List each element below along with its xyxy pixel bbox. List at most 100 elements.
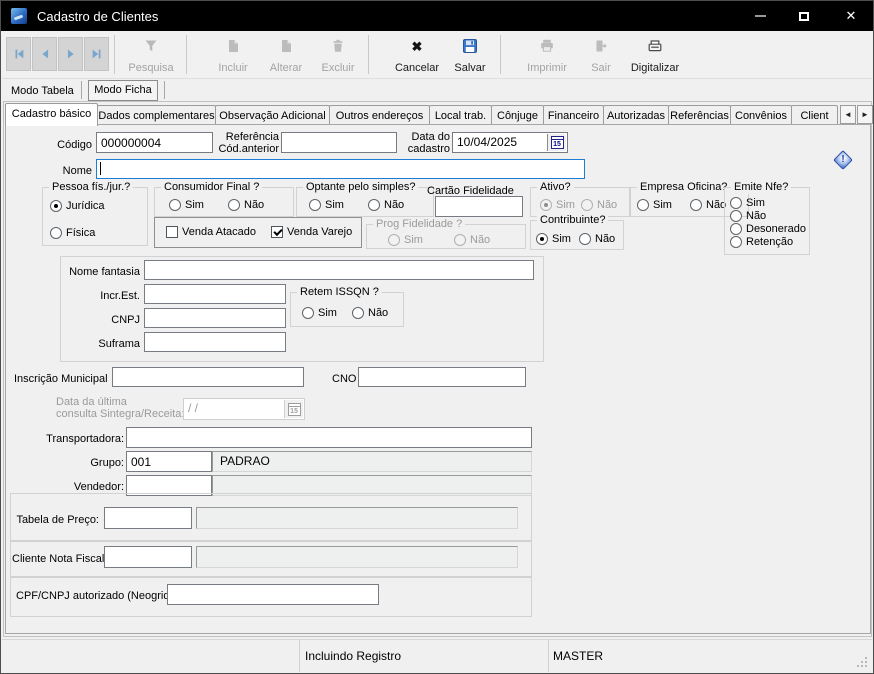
- radio-prog-sim[interactable]: Sim: [388, 234, 423, 246]
- radio-nfe-nao[interactable]: Não: [730, 210, 766, 222]
- tab-autorizadas[interactable]: Autorizadas: [603, 105, 669, 125]
- last-record-icon: [90, 47, 104, 61]
- incluir-button[interactable]: Incluir: [204, 37, 262, 74]
- digitalizar-button[interactable]: Digitalizar: [624, 37, 686, 74]
- tab-local-trab[interactable]: Local trab.: [429, 105, 492, 125]
- radio-icon: [302, 307, 314, 319]
- codigo-label: Código: [22, 139, 92, 151]
- sair-button[interactable]: Sair: [582, 37, 620, 74]
- tab-dados-complementares[interactable]: Dados complementares: [97, 105, 216, 125]
- radio-contribuinte-nao[interactable]: Não: [579, 233, 615, 245]
- trash-icon: [330, 37, 346, 54]
- tab-cadastro-basico[interactable]: Cadastro básico: [5, 103, 98, 126]
- salvar-button[interactable]: Salvar: [446, 37, 494, 74]
- nav-last-button[interactable]: [84, 37, 109, 71]
- save-floppy-icon: [462, 37, 478, 54]
- maximize-button[interactable]: [787, 1, 821, 31]
- suframa-input[interactable]: [144, 332, 286, 352]
- radio-contribuinte-sim[interactable]: Sim: [536, 233, 571, 245]
- radio-ativo-sim[interactable]: Sim: [540, 199, 575, 211]
- cno-label: CNO: [332, 373, 356, 385]
- calendar-icon: 15: [288, 403, 301, 416]
- inscricao-municipal-input[interactable]: [112, 367, 304, 387]
- referencia-input[interactable]: [281, 132, 397, 153]
- transportadora-label: Transportadora:: [36, 433, 124, 445]
- checkbox-venda-varejo[interactable]: Venda Varejo: [271, 226, 352, 238]
- tab-modo-tabela[interactable]: Modo Tabela: [11, 85, 74, 97]
- radio-issqn-sim[interactable]: Sim: [302, 307, 337, 319]
- excluir-button[interactable]: Excluir: [312, 37, 364, 74]
- tab-modo-ficha[interactable]: Modo Ficha: [88, 80, 158, 101]
- incr-est-input[interactable]: [144, 284, 286, 304]
- radio-icon: [540, 199, 552, 211]
- app-icon: [11, 8, 27, 24]
- cnpj-input[interactable]: [144, 308, 286, 328]
- checkbox-icon: [166, 226, 178, 238]
- tabela-preco-input[interactable]: [104, 507, 192, 529]
- nav-next-button[interactable]: [58, 37, 83, 71]
- nav-first-button[interactable]: [6, 37, 31, 71]
- cnpj-label: CNPJ: [66, 314, 140, 326]
- radio-issqn-nao[interactable]: Não: [352, 307, 388, 319]
- nome-label: Nome: [42, 165, 92, 177]
- tab-scroll-right-button[interactable]: ►: [857, 105, 873, 124]
- tab-conjuge[interactable]: Cônjuge: [491, 105, 544, 125]
- radio-nfe-desonerado[interactable]: Desonerado: [730, 223, 806, 235]
- cliente-nota-fiscal-label: Cliente Nota Fiscal:: [12, 553, 107, 565]
- cadastro-basico-page: Código ReferênciaCód.anterior Data docad…: [5, 124, 871, 634]
- cliente-nota-fiscal-input[interactable]: [104, 546, 192, 568]
- tab-outros-enderecos[interactable]: Outros endereços: [329, 105, 430, 125]
- tab-convenios[interactable]: Convênios: [730, 105, 792, 125]
- prev-record-icon: [38, 47, 52, 61]
- tab-referencias[interactable]: Referências: [668, 105, 731, 125]
- imprimir-button[interactable]: Imprimir: [518, 37, 576, 74]
- radio-icon: [454, 234, 466, 246]
- alterar-button[interactable]: Alterar: [260, 37, 312, 74]
- radio-ativo-nao[interactable]: Não: [581, 199, 617, 211]
- radio-optante-nao[interactable]: Não: [368, 199, 404, 211]
- filter-icon: [143, 37, 159, 54]
- calendar-button[interactable]: 15: [547, 134, 566, 151]
- radio-consumidor-nao[interactable]: Não: [228, 199, 264, 211]
- radio-optante-sim[interactable]: Sim: [309, 199, 344, 211]
- tab-client-truncated[interactable]: Client: [791, 105, 838, 125]
- cpf-cnpj-neogrid-input[interactable]: [167, 584, 379, 605]
- radio-fisica[interactable]: Física: [50, 227, 95, 239]
- inscricao-municipal-label: Inscrição Municipal: [14, 373, 108, 385]
- radio-icon: [581, 199, 593, 211]
- radio-nfe-sim[interactable]: Sim: [730, 197, 765, 209]
- radio-nfe-retencao[interactable]: Retenção: [730, 236, 793, 248]
- nome-input[interactable]: [96, 159, 585, 179]
- minimize-button[interactable]: [743, 1, 777, 31]
- nav-prev-button[interactable]: [32, 37, 57, 71]
- close-button[interactable]: ✕: [829, 1, 873, 31]
- minimize-icon: [755, 15, 766, 17]
- radio-consumidor-sim[interactable]: Sim: [169, 199, 204, 211]
- tab-scroll-left-button[interactable]: ◄: [840, 105, 856, 124]
- tab-financeiro[interactable]: Financeiro: [543, 105, 604, 125]
- radio-juridica[interactable]: Jurídica: [50, 200, 105, 212]
- statusbar-separator: [299, 640, 300, 672]
- codigo-input[interactable]: [96, 132, 213, 153]
- nome-fantasia-input[interactable]: [144, 260, 534, 280]
- pesquisa-button[interactable]: Pesquisa: [120, 37, 182, 74]
- resize-grip[interactable]: [857, 657, 869, 669]
- data-sintegra-input[interactable]: / / 15: [183, 398, 305, 420]
- grupo-display: PADRAO: [212, 451, 532, 472]
- cliente-nota-fiscal-display: [196, 546, 518, 568]
- radio-oficina-nao[interactable]: Não: [690, 199, 726, 211]
- checkbox-venda-atacado[interactable]: Venda Atacado: [166, 226, 256, 238]
- cancelar-button[interactable]: ✖ Cancelar: [388, 37, 446, 74]
- radio-icon: [637, 199, 649, 211]
- radio-prog-nao[interactable]: Não: [454, 234, 490, 246]
- data-cadastro-input[interactable]: 10/04/2025 15: [452, 132, 568, 153]
- tab-observacao-adicional[interactable]: Observação Adicional: [215, 105, 330, 125]
- cno-input[interactable]: [358, 367, 526, 387]
- radio-oficina-sim[interactable]: Sim: [637, 199, 672, 211]
- cartao-fidelidade-input[interactable]: [435, 196, 523, 217]
- vendedor-label: Vendedor:: [50, 481, 124, 493]
- radio-icon: [536, 233, 548, 245]
- info-diamond-icon[interactable]: !: [834, 151, 852, 169]
- transportadora-input[interactable]: [126, 427, 532, 448]
- grupo-input[interactable]: [126, 451, 212, 472]
